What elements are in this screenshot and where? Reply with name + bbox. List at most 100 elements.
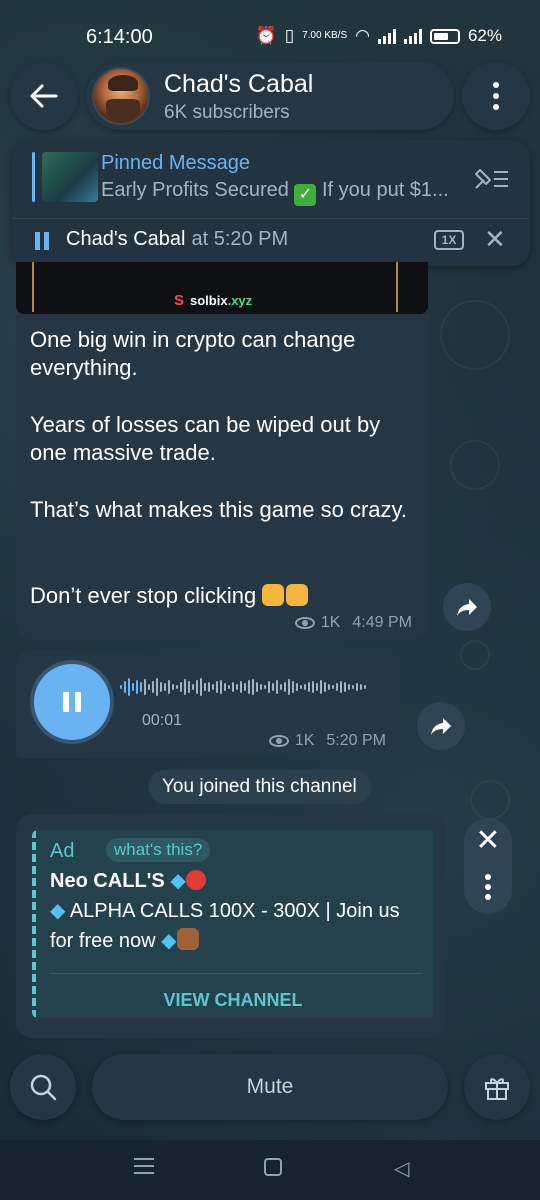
eye-icon: [268, 735, 289, 747]
pinned-message[interactable]: Pinned Message Early Profits Secured ✓ I…: [12, 140, 530, 218]
pin-indicator: [32, 152, 35, 202]
ad-title: Neo CALL'S ◆: [50, 868, 206, 893]
waveform-bar: [304, 684, 306, 690]
ad-card[interactable]: Ad what's this? Neo CALL'S ◆ ◆ ALPHA CAL…: [32, 830, 434, 1018]
waveform-bar: [280, 684, 282, 690]
status-time: 6:14:00: [86, 26, 153, 48]
more-vertical-icon[interactable]: [485, 874, 491, 900]
recents-button[interactable]: [134, 1158, 154, 1174]
voice-waveform[interactable]: [120, 676, 382, 698]
waveform-bar: [292, 681, 294, 693]
wallpaper-doodle: [450, 440, 500, 490]
diamond-emoji: ◆: [50, 900, 66, 922]
vibrate-icon: ▯: [284, 26, 295, 45]
waveform-bar: [248, 680, 250, 694]
back-arrow-icon: [30, 84, 58, 108]
close-icon[interactable]: ✕: [484, 226, 506, 252]
waveform-bar: [236, 684, 238, 690]
system-nav-bar: ◁: [0, 1140, 540, 1200]
solbix-tld: .xyz: [227, 293, 253, 308]
image-message[interactable]: Ssolbix.xyz: [16, 262, 428, 314]
waveform-bar: [256, 682, 258, 692]
share-button[interactable]: [443, 583, 491, 631]
waveform-bar: [212, 684, 214, 690]
waveform-bar: [188, 681, 190, 693]
waveform-bar: [264, 685, 266, 689]
waveform-bar: [244, 683, 246, 691]
pinned-panel: Pinned Message Early Profits Secured ✓ I…: [12, 140, 530, 266]
message-paragraph: Years of losses can be wiped out by one …: [30, 412, 381, 465]
check-emoji: ✓: [294, 184, 317, 206]
view-count: 1K: [294, 732, 315, 749]
waveform-bar: [240, 681, 242, 693]
pinned-preview-start: Early Profits Secured: [101, 179, 289, 201]
home-button[interactable]: [264, 1158, 282, 1176]
waveform-bar: [180, 682, 182, 692]
waveform-bar: [316, 683, 318, 691]
playback-speed-button[interactable]: 1X: [434, 230, 464, 250]
handshake-emoji: [286, 584, 309, 606]
waveform-bar: [312, 681, 314, 693]
ad-actions: ✕: [464, 818, 512, 914]
gift-button[interactable]: [464, 1054, 530, 1120]
wifi-icon: ◠: [355, 26, 370, 45]
waveform-bar: [260, 684, 262, 690]
message-time: 5:20 PM: [326, 732, 386, 749]
net-speed: 7.00 KB/S: [302, 30, 348, 41]
waveform-bar: [296, 683, 298, 691]
audio-player-title[interactable]: Chad's Cabal at 5:20 PM: [66, 228, 288, 251]
waveform-bar: [232, 682, 234, 692]
waveform-bar: [208, 682, 210, 692]
message-last-line: Don’t ever stop clicking: [30, 582, 422, 610]
battery-icon: [429, 28, 460, 44]
view-channel-button[interactable]: VIEW CHANNEL: [32, 990, 434, 1011]
waveform-bar: [136, 680, 138, 694]
channel-info[interactable]: Chad's Cabal 6K subscribers: [86, 62, 454, 130]
waveform-bar: [352, 685, 354, 689]
service-message: You joined this channel: [148, 770, 371, 804]
signal-icon: [377, 28, 396, 44]
solbix-logo: Ssolbix.xyz: [174, 292, 252, 309]
ad-label: Ad: [50, 840, 75, 862]
share-icon: [457, 599, 477, 616]
waveform-bar: [164, 683, 166, 691]
pause-icon[interactable]: [35, 232, 51, 250]
waveform-bar: [152, 681, 154, 693]
pinned-preview: Early Profits Secured ✓ If you put $1...: [101, 179, 471, 206]
image-frame-left: [32, 262, 34, 312]
view-count: 1K: [320, 614, 341, 631]
waveform-bar: [196, 680, 198, 694]
waveform-bar: [220, 680, 222, 694]
more-button[interactable]: [462, 62, 530, 130]
waveform-bar: [272, 683, 274, 691]
sponsored-message: Ad what's this? Neo CALL'S ◆ ◆ ALPHA CAL…: [16, 814, 446, 1038]
pin-list-icon[interactable]: [472, 164, 512, 192]
whats-this-button[interactable]: what's this?: [106, 838, 211, 862]
mute-button[interactable]: Mute: [92, 1054, 448, 1120]
solbix-s-icon: S: [174, 292, 185, 309]
message-paragraph: One big win in crypto can change everyth…: [30, 327, 356, 380]
waveform-bar: [328, 684, 330, 690]
close-icon[interactable]: ✕: [464, 824, 512, 858]
voice-message: 00:01 1K 5:20 PM: [16, 650, 402, 758]
search-button[interactable]: [10, 1054, 76, 1120]
audio-player-time: at 5:20 PM: [191, 228, 289, 250]
waveform-bar: [216, 681, 218, 693]
waveform-bar: [308, 682, 310, 692]
diamond-emoji: ◆: [170, 870, 186, 892]
waveform-bar: [228, 685, 230, 689]
back-nav-button[interactable]: ◁: [394, 1156, 409, 1181]
waveform-bar: [364, 685, 366, 689]
pause-icon: [63, 692, 81, 712]
share-button[interactable]: [417, 702, 465, 750]
text-message[interactable]: One big win in crypto can change everyth…: [16, 314, 428, 640]
waveform-bar: [120, 685, 122, 689]
back-button[interactable]: [10, 62, 78, 130]
waveform-bar: [252, 679, 254, 695]
wallpaper-doodle: [440, 300, 510, 370]
waveform-bar: [132, 683, 134, 691]
voice-pause-button[interactable]: [34, 664, 110, 740]
waveform-bar: [276, 680, 278, 694]
waveform-bar: [344, 682, 346, 692]
avatar[interactable]: [92, 67, 150, 125]
